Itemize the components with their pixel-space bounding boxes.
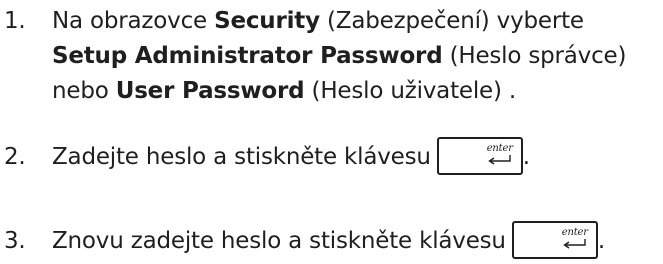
return-arrow-icon xyxy=(563,238,586,249)
enter-key-icon: enter xyxy=(511,220,598,259)
step-text: Znovu zadejte heslo a stiskněte klávesu e… xyxy=(52,220,658,259)
step-trailing-period: . xyxy=(522,144,530,170)
step-trailing-period: . xyxy=(597,228,605,254)
enter-key-label: enter xyxy=(561,226,588,238)
step-text-part: Zadejte heslo a stiskněte klávesu xyxy=(52,144,431,170)
step-text-part: Na obrazovce xyxy=(52,8,215,34)
step-text-part: (Heslo uživatele) . xyxy=(304,78,517,104)
step-number: 1. xyxy=(4,8,26,34)
user-password-option: User Password xyxy=(115,78,305,104)
step-number: 3. xyxy=(4,228,26,254)
step-number: 2. xyxy=(4,144,26,170)
instruction-list: 1. Na obrazovce Security (Zabezpečení) v… xyxy=(0,0,663,264)
step-text: Zadejte heslo a stiskněte klávesu enter. xyxy=(52,136,658,175)
enter-key-label: enter xyxy=(486,142,513,154)
return-arrow-icon xyxy=(488,154,511,165)
setup-admin-password-option: Setup Administrator Password xyxy=(52,43,443,69)
security-screen-name: Security xyxy=(214,8,320,34)
enter-key-icon: enter xyxy=(436,136,523,175)
step-text-part: Znovu zadejte heslo a stiskněte klávesu xyxy=(52,228,506,254)
step-text: Na obrazovce Security (Zabezpečení) vybe… xyxy=(52,4,658,109)
step-text-part: (Zabezpečení) vyberte xyxy=(319,8,584,34)
